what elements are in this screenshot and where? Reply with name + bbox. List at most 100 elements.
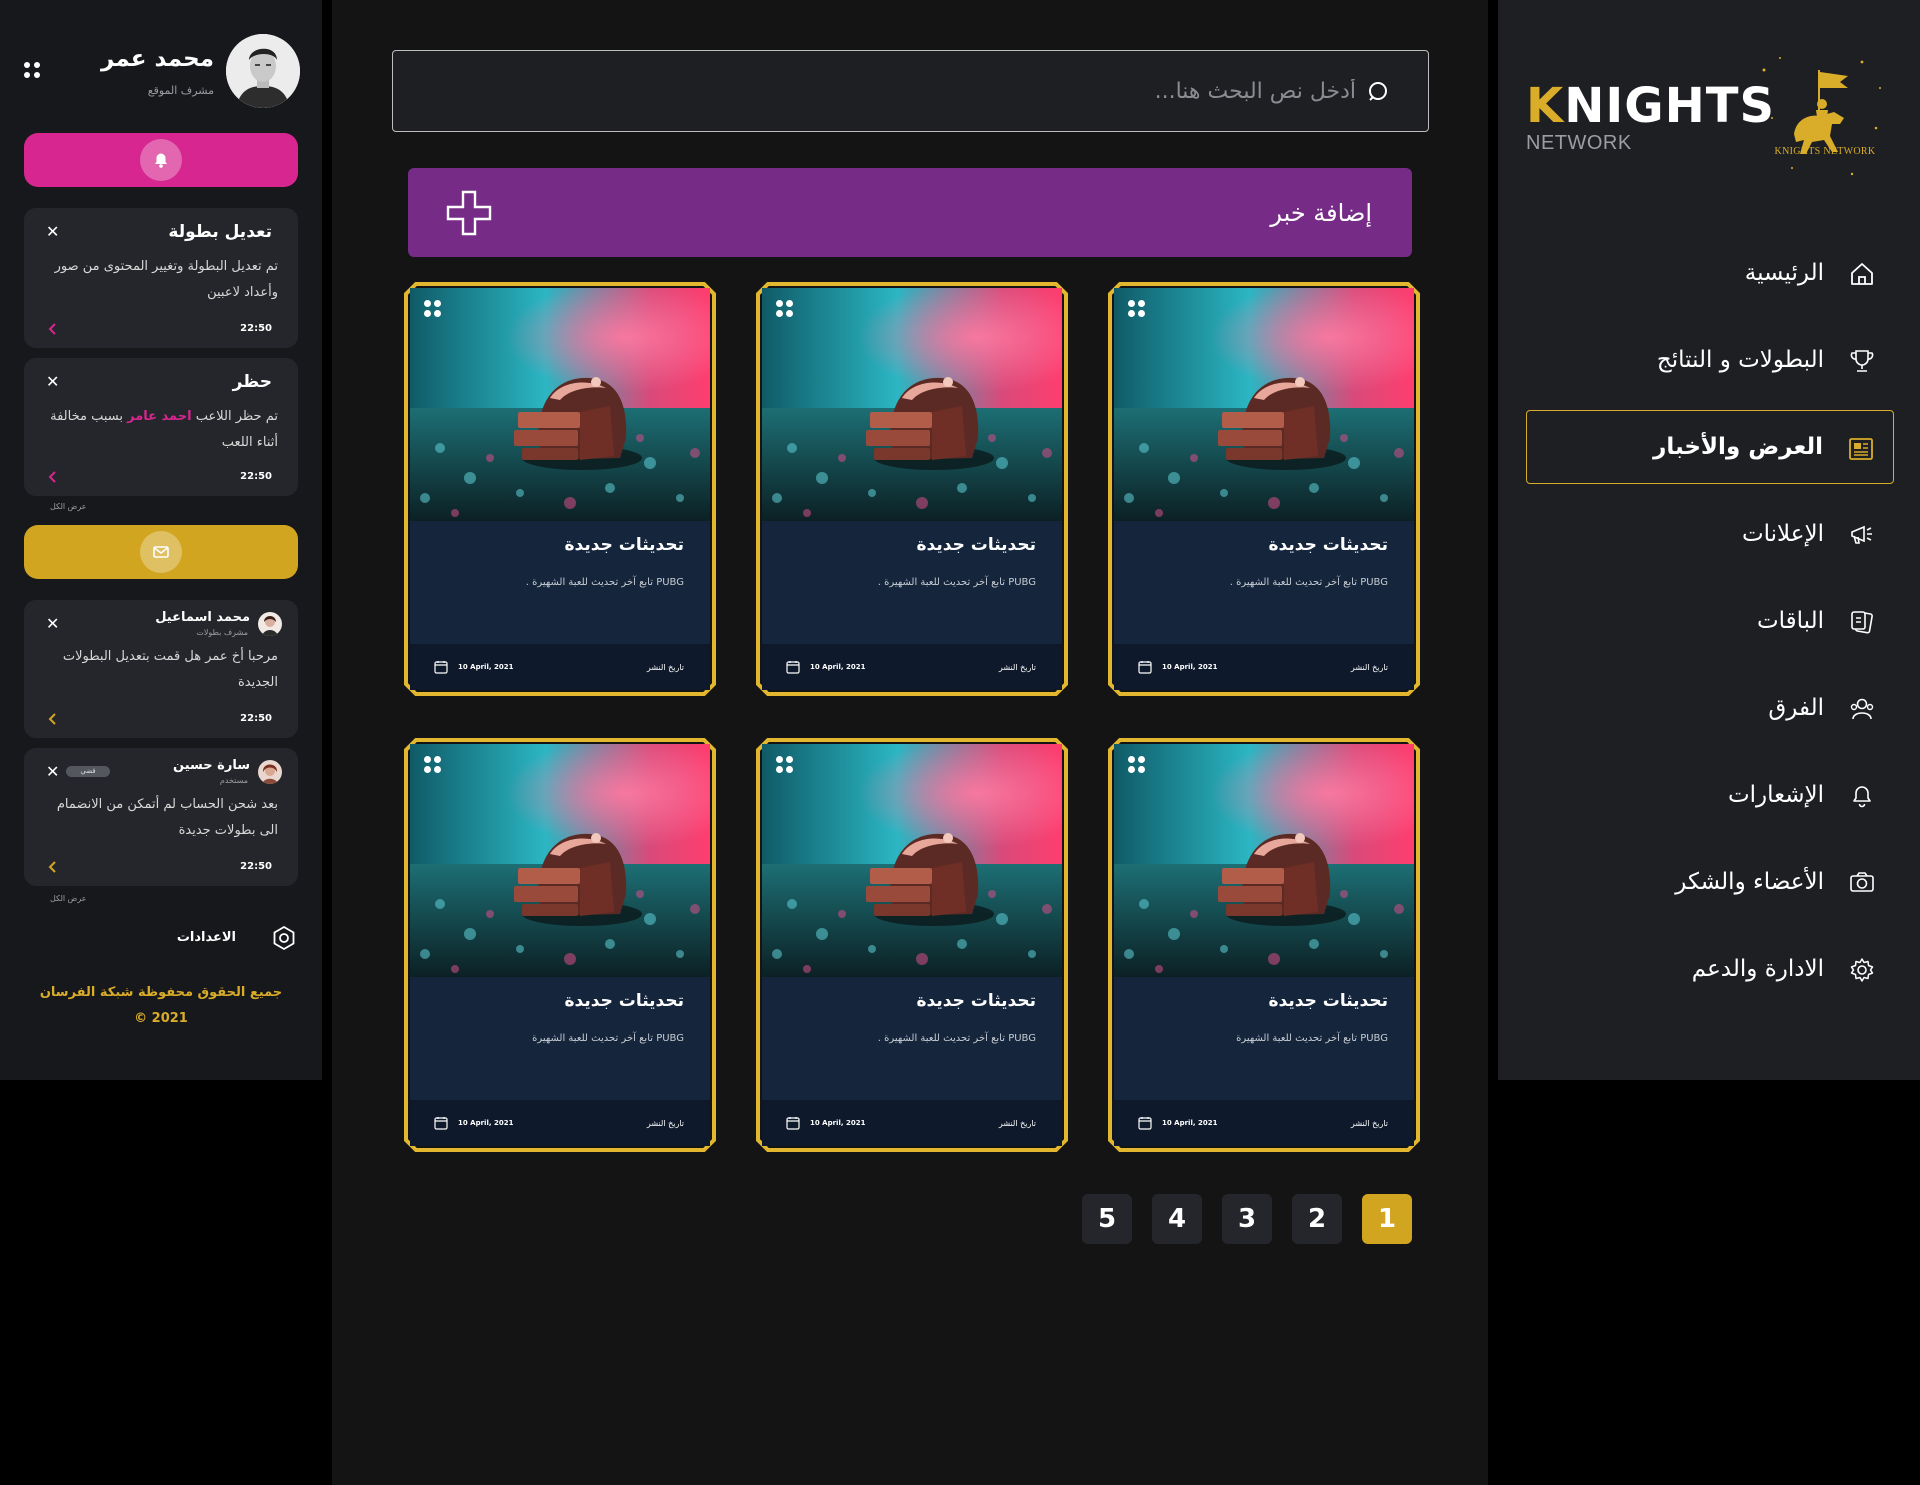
add-news-button[interactable]: إضافة خبر: [408, 168, 1412, 257]
notification-title: تعديل بطولة: [168, 222, 272, 242]
nav-item-newspaper[interactable]: العرض والأخبار: [1526, 410, 1894, 484]
knight-emblem-icon: KNIGHTS NETWORK: [1752, 48, 1892, 188]
card-info: تحديثات جديدة PUBG تابع آخر تحديث للعبة …: [410, 977, 710, 1100]
news-description: PUBG تابع آخر تحديث للعبة الشهيرة .: [877, 577, 1036, 588]
nav-item-label: الادارة والدعم: [1691, 956, 1824, 982]
search-input[interactable]: [413, 51, 1356, 131]
notification-title: حظر: [232, 372, 272, 392]
close-icon[interactable]: ✕: [46, 222, 59, 241]
message-card[interactable]: ✕ محمد اسماعيل مشرف بطولات مرحبا أخ عمر …: [24, 600, 298, 738]
close-icon[interactable]: ✕: [46, 614, 59, 633]
publish-date: 10 April, 2021: [810, 1119, 866, 1127]
card-menu-icon[interactable]: [1126, 298, 1148, 320]
news-title: تحديثات جديدة: [1268, 535, 1388, 555]
brand-wordmark: KNIGHTS: [1526, 78, 1776, 134]
notifications-toggle[interactable]: [24, 133, 298, 187]
menu-dots-icon[interactable]: [24, 62, 42, 80]
home-icon: [1851, 263, 1873, 285]
publish-date-label: تاريخ النشر: [1350, 1119, 1388, 1128]
see-all-notifications-link[interactable]: عرض الكل: [50, 502, 87, 511]
card-info: تحديثات جديدة PUBG تابع آخر تحديث للعبة …: [762, 521, 1062, 644]
chevron-left-icon[interactable]: [46, 322, 60, 336]
message-time: 22:50: [240, 713, 272, 724]
nav-item-bell[interactable]: الإشعارات: [1526, 758, 1894, 832]
news-card[interactable]: تحديثات جديدة PUBG تابع آخر تحديث للعبة …: [756, 738, 1068, 1152]
tier-badge: فضي: [66, 766, 110, 777]
brand-logo[interactable]: KNIGHTS NETWORK KNIGHTS NETWORK: [1526, 48, 1892, 188]
news-description: PUBG تابع آخر تحديث للعبة الشهيرة: [532, 1033, 684, 1044]
notification-card[interactable]: ✕ حظر تم حظر اللاعب احمد عامر بسبب مخالف…: [24, 358, 298, 496]
news-image: [1114, 744, 1414, 977]
card-footer: 10 April, 2021 تاريخ النشر: [1114, 644, 1414, 690]
calendar-icon: [1138, 661, 1152, 674]
messages-toggle[interactable]: [24, 525, 298, 579]
calendar-icon: [786, 661, 800, 674]
news-card[interactable]: تحديثات جديدة PUBG تابع آخر تحديث للعبة …: [404, 738, 716, 1152]
nav-item-home[interactable]: الرئيسية: [1526, 236, 1894, 310]
nav-item-label: الباقات: [1756, 608, 1824, 634]
close-icon[interactable]: ✕: [46, 762, 59, 781]
profile-avatar[interactable]: [226, 34, 300, 108]
nav-item-label: الإعلانات: [1741, 521, 1824, 547]
message-card[interactable]: ✕ فضي سارة حسين مستخدم بعد شحن الحساب لم…: [24, 748, 298, 886]
news-card[interactable]: تحديثات جديدة PUBG تابع آخر تحديث للعبة …: [404, 282, 716, 696]
page-button-4[interactable]: 4: [1152, 1194, 1202, 1244]
notification-body: تم حظر اللاعب احمد عامر بسبب مخالفة أثنا…: [50, 409, 278, 450]
page-button-1[interactable]: 1: [1362, 1194, 1412, 1244]
news-card[interactable]: تحديثات جديدة PUBG تابع آخر تحديث للعبة …: [1108, 738, 1420, 1152]
notification-time: 22:50: [240, 323, 272, 334]
nav-item-gear[interactable]: الادارة والدعم: [1526, 932, 1894, 1006]
page-button-3[interactable]: 3: [1222, 1194, 1272, 1244]
chevron-left-icon[interactable]: [46, 470, 60, 484]
notification-time: 22:50: [240, 471, 272, 482]
megaphone-icon: [1851, 525, 1872, 544]
notification-card[interactable]: ✕ تعديل بطولة تم تعديل البطولة وتغيير ال…: [24, 208, 298, 348]
nav-item-members[interactable]: الأعضاء والشكر: [1526, 845, 1894, 919]
emblem-caption: KNIGHTS NETWORK: [1774, 146, 1876, 157]
card-menu-icon[interactable]: [774, 754, 796, 776]
card-menu-icon[interactable]: [422, 298, 444, 320]
profile-name: محمد عمر: [101, 46, 214, 72]
sender-role: مشرف بطولات: [196, 628, 248, 637]
card-footer: 10 April, 2021 تاريخ النشر: [410, 1100, 710, 1146]
card-info: تحديثات جديدة PUBG تابع آخر تحديث للعبة …: [410, 521, 710, 644]
search-box[interactable]: [392, 50, 1429, 132]
nav-item-package[interactable]: الباقات: [1526, 584, 1894, 658]
chevron-left-icon[interactable]: [46, 860, 60, 874]
message-body: بعد شحن الحساب لم أتمكن من الانضمام الى …: [56, 797, 278, 838]
pagination: 12345: [332, 1194, 1412, 1244]
profile-role: مشرف الموقع: [147, 84, 214, 97]
news-image: [1114, 288, 1414, 521]
calendar-icon: [1138, 1117, 1152, 1130]
news-image: [410, 288, 710, 521]
nav-item-megaphone[interactable]: الإعلانات: [1526, 497, 1894, 571]
card-menu-icon[interactable]: [774, 298, 796, 320]
nav-item-label: العرض والأخبار: [1653, 434, 1823, 460]
page-button-2[interactable]: 2: [1292, 1194, 1342, 1244]
team-icon: [1850, 698, 1874, 720]
news-title: تحديثات جديدة: [1268, 991, 1388, 1011]
news-description: PUBG تابع آخر تحديث للعبة الشهيرة .: [525, 577, 684, 588]
card-menu-icon[interactable]: [1126, 754, 1148, 776]
page-button-5[interactable]: 5: [1082, 1194, 1132, 1244]
search-icon[interactable]: [1366, 79, 1392, 105]
news-main: إضافة خبر تحديثات جديدة PUBG تابع آ: [332, 0, 1488, 1485]
settings-link[interactable]: الاعدادات: [24, 924, 298, 954]
chevron-left-icon[interactable]: [46, 712, 60, 726]
news-title: تحديثات جديدة: [564, 991, 684, 1011]
card-menu-icon[interactable]: [422, 754, 444, 776]
calendar-icon: [434, 661, 448, 674]
newspaper-icon: [1849, 438, 1873, 460]
sender-name: سارة حسين: [173, 758, 250, 773]
nav-item-label: الأعضاء والشكر: [1675, 869, 1824, 895]
highlighted-player: احمد عامر: [127, 409, 192, 424]
news-description: PUBG تابع آخر تحديث للعبة الشهيرة: [1236, 1033, 1388, 1044]
nav-list: الرئيسية البطولات و النتائج العرض والأخبار…: [1526, 236, 1894, 1019]
package-icon: [1851, 611, 1873, 634]
close-icon[interactable]: ✕: [46, 372, 59, 391]
see-all-messages-link[interactable]: عرض الكل: [50, 894, 87, 903]
news-card[interactable]: تحديثات جديدة PUBG تابع آخر تحديث للعبة …: [1108, 282, 1420, 696]
nav-item-team[interactable]: الفرق: [1526, 671, 1894, 745]
news-card[interactable]: تحديثات جديدة PUBG تابع آخر تحديث للعبة …: [756, 282, 1068, 696]
nav-item-trophy[interactable]: البطولات و النتائج: [1526, 323, 1894, 397]
